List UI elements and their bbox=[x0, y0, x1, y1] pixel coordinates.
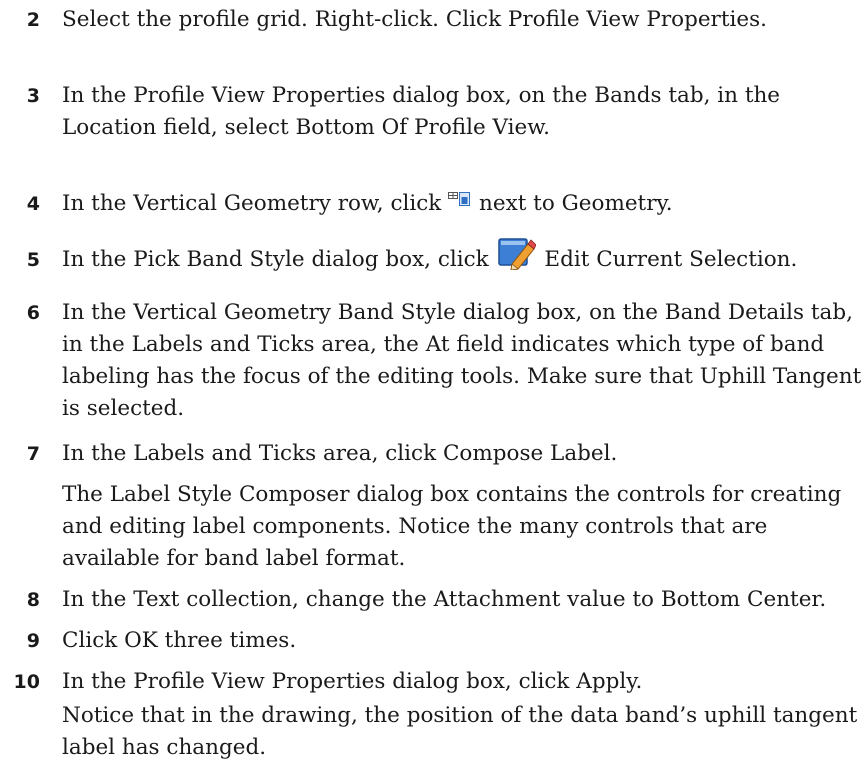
step-text: Click OK three times. bbox=[62, 628, 297, 653]
step-text: In the Profile View Properties dialog bo… bbox=[62, 83, 781, 140]
step-text: In the Labels and Ticks area, click Comp… bbox=[62, 441, 618, 466]
step-text: In the Vertical Geometry Band Style dial… bbox=[62, 300, 862, 421]
step-number: 2 bbox=[26, 9, 40, 31]
step-text: Select the profile grid. Right-click. Cl… bbox=[62, 7, 767, 32]
step-number: 3 bbox=[26, 85, 40, 107]
step-text-before: In the Vertical Geometry row, click bbox=[62, 191, 442, 216]
step-text: In the Vertical Geometry row, click next… bbox=[62, 188, 862, 220]
step-number: 6 bbox=[26, 302, 40, 324]
step-text: In the Profile View Properties dialog bo… bbox=[62, 669, 643, 694]
step-number: 4 bbox=[26, 193, 40, 215]
step-number: 7 bbox=[26, 443, 40, 465]
step-number: 10 bbox=[13, 671, 40, 693]
step-text-after: next to Geometry. bbox=[479, 191, 673, 216]
step-number: 5 bbox=[26, 249, 40, 271]
edit-pencil-icon bbox=[497, 238, 536, 270]
step-text-after: Edit Current Selection. bbox=[544, 247, 798, 272]
step-text: In the Pick Band Style dialog box, click… bbox=[62, 238, 862, 276]
band-grid-icon bbox=[448, 192, 471, 206]
step-10-note: Notice that in the drawing, the position… bbox=[62, 703, 858, 760]
step-text: In the Text collection, change the Attac… bbox=[62, 587, 827, 612]
step-7-note: The Label Style Composer dialog box cont… bbox=[62, 482, 842, 571]
step-text-before: In the Pick Band Style dialog box, click bbox=[62, 247, 489, 272]
step-number: 9 bbox=[26, 630, 40, 652]
step-number: 8 bbox=[26, 589, 40, 611]
